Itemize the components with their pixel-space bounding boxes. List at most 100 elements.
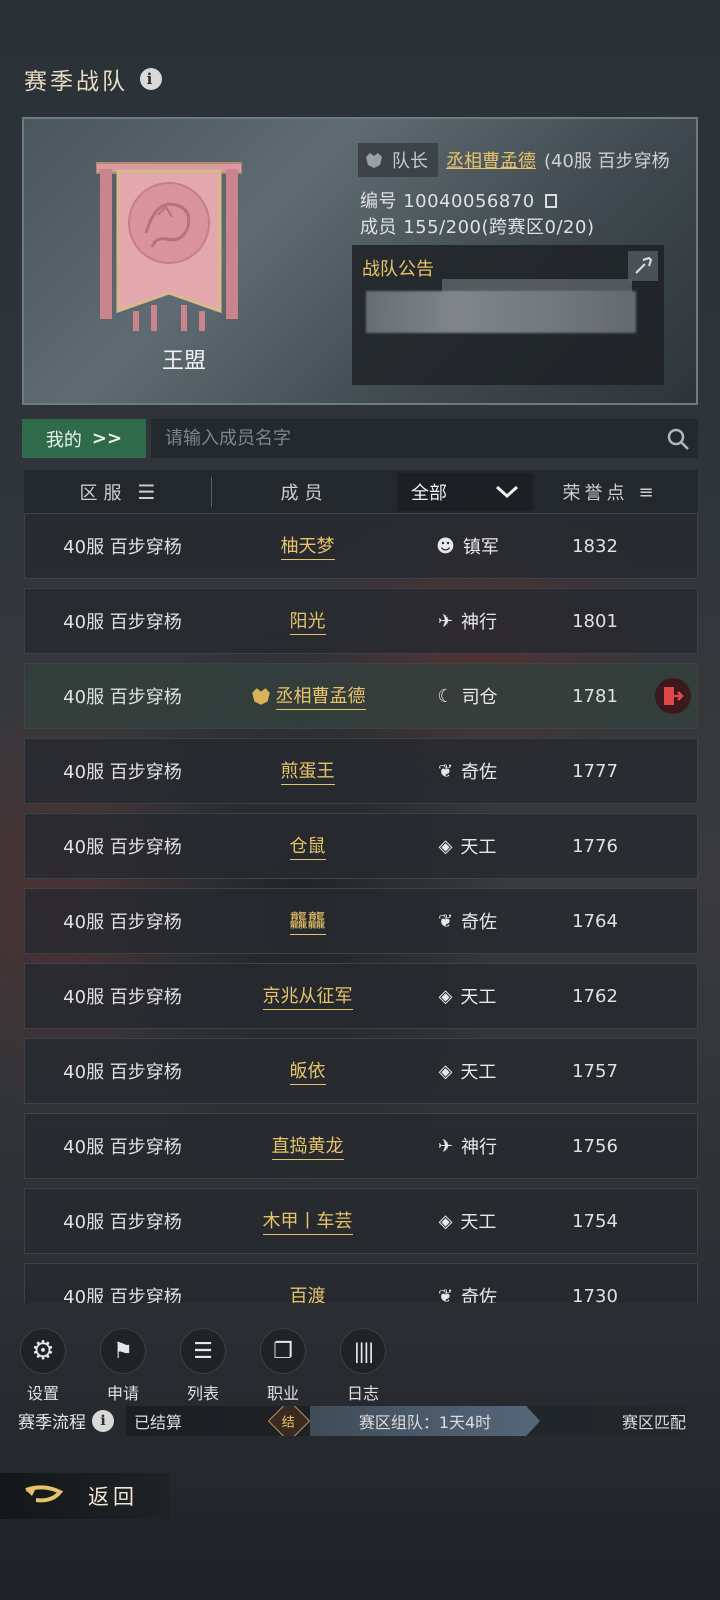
table-row[interactable]: 40服 百步穿杨 直捣黄龙 ✈ 神行 1756 bbox=[24, 1113, 698, 1179]
cards-icon: ❐ bbox=[260, 1328, 306, 1374]
row-member-name[interactable]: 仓鼠 bbox=[289, 832, 326, 860]
table-row[interactable]: 40服 百步穿杨 皈依 ◈ 天工 1757 bbox=[24, 1038, 698, 1104]
table-header: 区服 ☰ 成员 全部 荣誉点 ≡ bbox=[24, 470, 698, 514]
row-job: 神行 bbox=[461, 1137, 498, 1158]
shield-icon: ◈ bbox=[438, 1210, 453, 1232]
team-members-line: 成员 155/200(跨赛区0/20) bbox=[360, 213, 594, 239]
table-row[interactable]: 40服 百步穿杨 百渡 ❦ 奇佐 1730 bbox=[24, 1263, 698, 1303]
row-member-name[interactable]: 百渡 bbox=[290, 1282, 326, 1303]
row-member-name[interactable]: 柚天梦 bbox=[280, 532, 335, 560]
row-server: 40服 百步穿杨 bbox=[63, 987, 182, 1008]
table-row[interactable]: 40服 百步穿杨 木甲丨车芸 ◈ 天工 1754 bbox=[24, 1188, 698, 1254]
search-icon[interactable] bbox=[658, 427, 698, 451]
apply-label: 申请 bbox=[106, 1384, 139, 1403]
honor-sort-header[interactable]: 荣誉点 ≡ bbox=[533, 479, 683, 505]
team-id-label: 编号 bbox=[360, 191, 397, 212]
member-search-input[interactable] bbox=[151, 418, 658, 459]
row-server: 40服 百步穿杨 bbox=[63, 1137, 182, 1158]
apply-button[interactable]: ⚑ 申请 bbox=[98, 1328, 148, 1404]
job-button[interactable]: ❐ 职业 bbox=[258, 1328, 308, 1404]
row-member-name[interactable]: 直捣黄龙 bbox=[271, 1132, 344, 1160]
row-job: 天工 bbox=[460, 1212, 497, 1233]
row-job: 司仓 bbox=[461, 687, 498, 708]
info-icon[interactable]: i bbox=[92, 1409, 114, 1432]
page-title: 赛季战队 i bbox=[24, 62, 162, 96]
announcement-redacted-text bbox=[366, 291, 636, 333]
row-score: 1757 bbox=[572, 1060, 618, 1082]
chevron-down-icon bbox=[495, 485, 519, 499]
leader-tag: 队长 bbox=[358, 143, 438, 177]
row-score: 1781 bbox=[572, 685, 618, 707]
exit-door-icon bbox=[664, 687, 684, 705]
team-members-value: 155/200(跨赛区0/20) bbox=[403, 217, 595, 238]
shield-icon: ◈ bbox=[438, 1060, 453, 1082]
row-server: 40服 百步穿杨 bbox=[63, 612, 182, 633]
feather-icon: ❦ bbox=[437, 760, 454, 782]
row-server: 40服 百步穿杨 bbox=[63, 912, 182, 933]
bird-icon: ✈ bbox=[437, 610, 454, 632]
leader-tag-label: 队长 bbox=[392, 151, 428, 172]
back-label: 返回 bbox=[88, 1485, 138, 1509]
row-member-name[interactable]: 京兆从征军 bbox=[262, 982, 353, 1010]
team-name: 王盟 bbox=[161, 349, 206, 374]
row-job: 神行 bbox=[461, 612, 498, 633]
row-score: 1801 bbox=[572, 610, 618, 632]
feather-icon: ❦ bbox=[437, 1285, 454, 1304]
row-job: 奇佐 bbox=[461, 762, 498, 783]
copy-icon[interactable] bbox=[544, 194, 557, 208]
table-row-self[interactable]: 40服 百步穿杨 丞相曹孟德 ☾ 司仓 1781 bbox=[24, 663, 698, 729]
season-flow-bar[interactable]: 已结算 结 赛区组队：1天4时 赛区匹配 bbox=[126, 1406, 686, 1436]
row-job: 奇佐 bbox=[461, 912, 498, 933]
member-list: 40服 百步穿杨 柚天梦 ☻ 镇军 1832 40服 百步穿杨 阳光 ✈ 神行 18… bbox=[24, 513, 698, 1303]
scroll-icon: ☰ bbox=[180, 1328, 226, 1374]
table-row[interactable]: 40服 百步穿杨 阳光 ✈ 神行 1801 bbox=[24, 588, 698, 654]
gear-icon: ⚙ bbox=[20, 1328, 66, 1374]
member-header: 成员 bbox=[212, 479, 397, 505]
bottom-toolbar: ⚙ 设置 ⚑ 申请 ☰ 列表 ❐ 职业 |||| 日志 bbox=[18, 1328, 388, 1404]
row-server: 40服 百步穿杨 bbox=[63, 1287, 182, 1303]
flow-node-label: 结 bbox=[282, 1415, 296, 1431]
table-row[interactable]: 40服 百步穿杨 柚天梦 ☻ 镇军 1832 bbox=[24, 513, 698, 579]
honor-header-label: 荣誉点 bbox=[562, 483, 629, 504]
leader-row: 队长 丞相曹孟德 (40服 百步穿杨 bbox=[358, 143, 670, 177]
row-job: 天工 bbox=[460, 987, 497, 1008]
announcement-panel: 战队公告 bbox=[352, 245, 664, 385]
leader-name-link[interactable]: 丞相曹孟德 bbox=[446, 147, 536, 173]
mask-icon: ☻ bbox=[436, 535, 455, 557]
bamboo-scroll-icon: |||| bbox=[340, 1328, 386, 1374]
double-chevron-right-icon: >> bbox=[91, 428, 123, 449]
row-member-name[interactable]: 龘龘 bbox=[289, 907, 326, 935]
flow-step-next: 赛区匹配 bbox=[621, 1413, 686, 1432]
row-server: 40服 百步穿杨 bbox=[63, 1212, 182, 1233]
edit-announcement-button[interactable] bbox=[628, 251, 658, 281]
row-score: 1756 bbox=[572, 1135, 618, 1157]
job-filter-dropdown[interactable]: 全部 bbox=[397, 473, 533, 511]
info-icon[interactable]: i bbox=[140, 68, 162, 90]
row-member-name[interactable]: 阳光 bbox=[289, 607, 326, 635]
team-id-value: 10040056870 bbox=[403, 191, 535, 212]
menu-icon: ☰ bbox=[137, 480, 156, 504]
bird-icon: ✈ bbox=[437, 1135, 454, 1157]
server-sort-header[interactable]: 区服 ☰ bbox=[24, 479, 211, 505]
list-button[interactable]: ☰ 列表 bbox=[178, 1328, 228, 1404]
my-position-button[interactable]: 我的 >> bbox=[22, 419, 146, 458]
flag-plus-icon: ⚑ bbox=[100, 1328, 146, 1374]
list-label: 列表 bbox=[186, 1384, 219, 1403]
row-member-name[interactable]: 煎蛋王 bbox=[280, 757, 335, 785]
table-row[interactable]: 40服 百步穿杨 仓鼠 ◈ 天工 1776 bbox=[24, 813, 698, 879]
job-filter-value: 全部 bbox=[411, 483, 447, 504]
log-button[interactable]: |||| 日志 bbox=[338, 1328, 388, 1404]
member-search bbox=[151, 418, 698, 459]
table-row[interactable]: 40服 百步穿杨 龘龘 ❦ 奇佐 1764 bbox=[24, 888, 698, 954]
row-score: 1730 bbox=[572, 1285, 618, 1304]
table-row[interactable]: 40服 百步穿杨 京兆从征军 ◈ 天工 1762 bbox=[24, 963, 698, 1029]
row-server: 40服 百步穿杨 bbox=[63, 1062, 182, 1083]
back-button[interactable]: 返回 bbox=[0, 1473, 170, 1519]
settings-button[interactable]: ⚙ 设置 bbox=[18, 1328, 68, 1404]
table-row[interactable]: 40服 百步穿杨 煎蛋王 ❦ 奇佐 1777 bbox=[24, 738, 698, 804]
row-member-name[interactable]: 木甲丨车芸 bbox=[262, 1207, 353, 1235]
row-member-name[interactable]: 皈依 bbox=[289, 1057, 326, 1085]
leave-team-button[interactable] bbox=[655, 678, 691, 714]
row-job: 镇军 bbox=[462, 537, 499, 558]
row-member-name[interactable]: 丞相曹孟德 bbox=[275, 682, 366, 710]
